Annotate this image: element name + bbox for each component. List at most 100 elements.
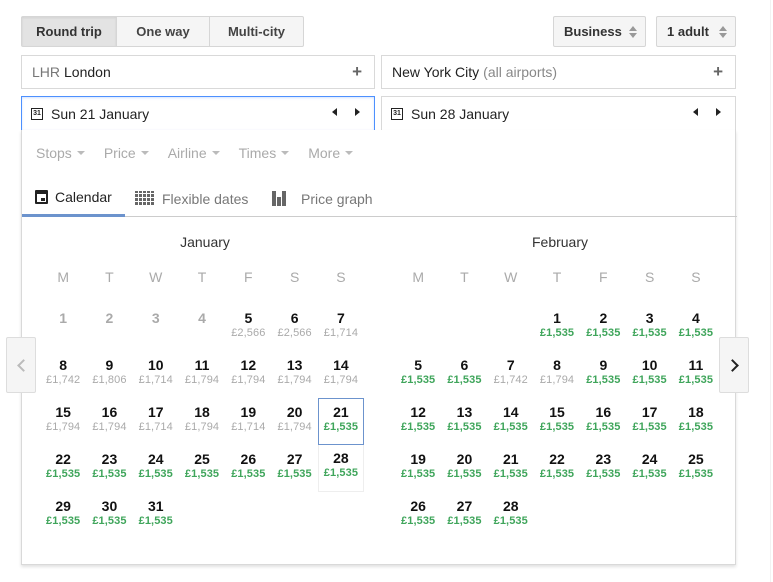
day-cell[interactable]: 28 £1,535 xyxy=(488,492,534,539)
filter-airline[interactable]: Airline xyxy=(168,145,220,161)
day-cell[interactable]: 27 £1,535 xyxy=(271,445,317,492)
day-cell[interactable]: 11 £1,794 xyxy=(179,351,225,398)
day-number: 16 xyxy=(595,404,612,420)
day-cell[interactable]: 7 £1,714 xyxy=(318,304,364,351)
filter-price[interactable]: Price xyxy=(104,145,149,161)
return-date-value: Sun 28 January xyxy=(411,105,510,122)
day-cell[interactable]: 20 £1,535 xyxy=(441,445,487,492)
day-cell[interactable]: 23 £1,535 xyxy=(86,445,132,492)
day-cell[interactable]: 7 £1,742 xyxy=(488,351,534,398)
day-cell[interactable]: 16 £1,535 xyxy=(580,398,626,445)
next-day-icon[interactable] xyxy=(355,108,360,116)
day-cell[interactable]: 15 £1,794 xyxy=(40,398,86,445)
passengers-select[interactable]: 1 adult xyxy=(656,16,736,47)
day-cell[interactable]: 4 £1,535 xyxy=(673,304,719,351)
day-cell[interactable]: 20 £1,794 xyxy=(271,398,317,445)
day-number: 17 xyxy=(641,404,658,420)
day-cell[interactable]: 23 £1,535 xyxy=(580,445,626,492)
day-cell[interactable]: 12 £1,794 xyxy=(225,351,271,398)
origin-field[interactable]: LHR London + xyxy=(21,55,375,89)
day-price: £1,535 xyxy=(323,421,359,433)
day-cell[interactable]: 3 £1,535 xyxy=(626,304,672,351)
empty-day-cell xyxy=(488,304,534,351)
cabin-class-select[interactable]: Business xyxy=(553,16,646,47)
day-cell[interactable]: 31 £1,535 xyxy=(133,492,179,539)
day-cell[interactable]: 11 £1,535 xyxy=(673,351,719,398)
next-day-icon[interactable] xyxy=(716,108,721,116)
day-number: 7 xyxy=(506,357,515,373)
next-month-button[interactable] xyxy=(719,337,749,393)
previous-month-button[interactable] xyxy=(6,337,36,393)
day-cell[interactable]: 14 £1,535 xyxy=(488,398,534,445)
day-number: 13 xyxy=(286,357,303,373)
day-cell[interactable]: 17 £1,535 xyxy=(626,398,672,445)
cabin-class-value: Business xyxy=(564,24,622,39)
filter-more[interactable]: More xyxy=(308,145,354,161)
previous-day-icon[interactable] xyxy=(332,108,337,116)
day-cell[interactable]: 22 £1,535 xyxy=(40,445,86,492)
day-cell[interactable]: 6 £1,535 xyxy=(441,351,487,398)
day-cell[interactable]: 25 £1,535 xyxy=(179,445,225,492)
day-number: 20 xyxy=(456,451,473,467)
month-title: January xyxy=(180,234,230,250)
day-cell-return[interactable]: 28 £1,535 xyxy=(317,445,365,492)
day-cell[interactable]: 9 £1,535 xyxy=(580,351,626,398)
day-cell[interactable]: 19 £1,714 xyxy=(225,398,271,445)
add-origin-plus-icon[interactable]: + xyxy=(352,62,362,82)
day-cell[interactable]: 27 £1,535 xyxy=(441,492,487,539)
day-cell[interactable]: 10 £1,714 xyxy=(133,351,179,398)
day-cell[interactable]: 9 £1,806 xyxy=(86,351,132,398)
weekday-header: M T W T F S S xyxy=(40,269,370,287)
day-cell[interactable]: 2 £1,535 xyxy=(580,304,626,351)
day-cell[interactable]: 30 £1,535 xyxy=(86,492,132,539)
day-number: 13 xyxy=(456,404,473,420)
trip-type-round-trip[interactable]: Round trip xyxy=(22,17,117,46)
filter-times[interactable]: Times xyxy=(239,145,290,161)
departure-date-field[interactable]: 31 Sun 21 January xyxy=(21,96,375,131)
day-cell[interactable]: 8 £1,742 xyxy=(40,351,86,398)
day-cell[interactable]: 14 £1,794 xyxy=(318,351,364,398)
calendar-icon: 31 xyxy=(31,107,43,120)
add-destination-plus-icon[interactable]: + xyxy=(713,62,723,82)
day-cell[interactable]: 6 £2,566 xyxy=(271,304,317,351)
day-cell[interactable]: 12 £1,535 xyxy=(395,398,441,445)
day-cell[interactable]: 21 £1,535 xyxy=(488,445,534,492)
weekday-label: W xyxy=(504,269,518,285)
day-cell[interactable]: 5 £2,566 xyxy=(225,304,271,351)
chevron-right-icon xyxy=(725,358,739,372)
day-cell[interactable]: 18 £1,794 xyxy=(179,398,225,445)
trip-type-one-way[interactable]: One way xyxy=(117,17,210,46)
day-cell[interactable]: 15 £1,535 xyxy=(534,398,580,445)
day-cell[interactable]: 18 £1,535 xyxy=(673,398,719,445)
day-cell[interactable]: 5 £1,535 xyxy=(395,351,441,398)
day-cell[interactable]: 13 £1,535 xyxy=(441,398,487,445)
day-cell[interactable]: 22 £1,535 xyxy=(534,445,580,492)
day-cell[interactable]: 16 £1,794 xyxy=(86,398,132,445)
trip-type-multi-city[interactable]: Multi-city xyxy=(210,17,303,46)
return-date-field[interactable]: 31 Sun 28 January xyxy=(381,96,736,131)
day-cell[interactable]: 24 £1,535 xyxy=(133,445,179,492)
day-number: 31 xyxy=(147,498,164,514)
filter-stops[interactable]: Stops xyxy=(36,145,85,161)
day-price: £1,535 xyxy=(493,468,528,480)
day-cell[interactable]: 1 £1,535 xyxy=(534,304,580,351)
day-price: £1,535 xyxy=(401,515,436,527)
day-cell[interactable]: 25 £1,535 xyxy=(673,445,719,492)
tab-flexible-dates[interactable]: Flexible dates xyxy=(135,180,248,217)
previous-day-icon[interactable] xyxy=(693,108,698,116)
day-cell[interactable]: 29 £1,535 xyxy=(40,492,86,539)
day-cell-departure[interactable]: 21 £1,535 xyxy=(317,398,365,445)
day-number: 9 xyxy=(105,357,114,373)
day-cell[interactable]: 26 £1,535 xyxy=(395,492,441,539)
day-cell[interactable]: 17 £1,714 xyxy=(133,398,179,445)
day-cell[interactable]: 26 £1,535 xyxy=(225,445,271,492)
tab-price-graph[interactable]: Price graph xyxy=(272,180,373,217)
filter-label: Stops xyxy=(36,145,72,161)
day-cell[interactable]: 24 £1,535 xyxy=(626,445,672,492)
destination-field[interactable]: New York City (all airports) + xyxy=(381,55,736,89)
day-cell[interactable]: 8 £1,794 xyxy=(534,351,580,398)
day-cell[interactable]: 13 £1,794 xyxy=(271,351,317,398)
day-cell[interactable]: 19 £1,535 xyxy=(395,445,441,492)
day-cell[interactable]: 10 £1,535 xyxy=(626,351,672,398)
tab-calendar[interactable]: Calendar xyxy=(22,180,125,217)
